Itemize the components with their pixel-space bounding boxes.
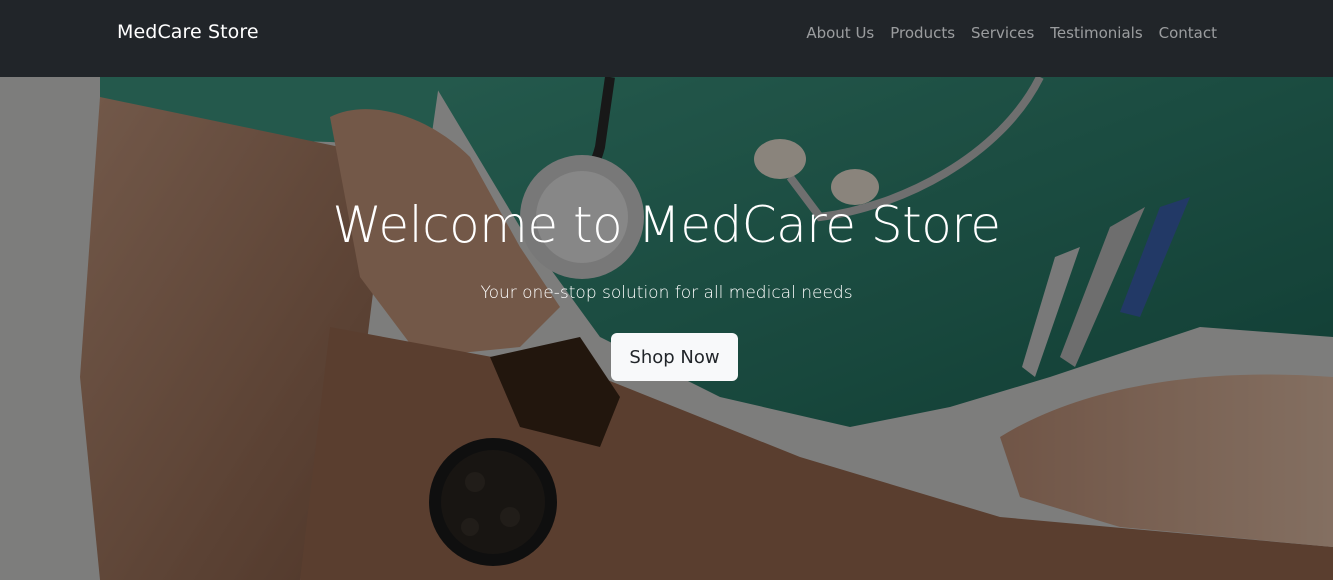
nav-link-services[interactable]: Services [971,24,1034,42]
hero-title: Welcome to MedCare Store [332,196,1001,254]
brand-logo-link[interactable]: MedCare Store [117,21,259,43]
navbar: MedCare Store About Us Products Services… [0,0,1333,77]
nav-links: About Us Products Services Testimonials … [806,23,1217,42]
hero-section: Welcome to MedCare Store Your one-stop s… [0,77,1333,580]
hero-dark-overlay [0,77,1333,580]
nav-link-contact[interactable]: Contact [1159,24,1217,42]
shop-now-button[interactable]: Shop Now [611,333,738,381]
hero-subtitle: Your one-stop solution for all medical n… [480,283,853,303]
nav-link-about-us[interactable]: About Us [806,24,874,42]
nav-link-testimonials[interactable]: Testimonials [1050,24,1142,42]
nav-link-products[interactable]: Products [890,24,955,42]
